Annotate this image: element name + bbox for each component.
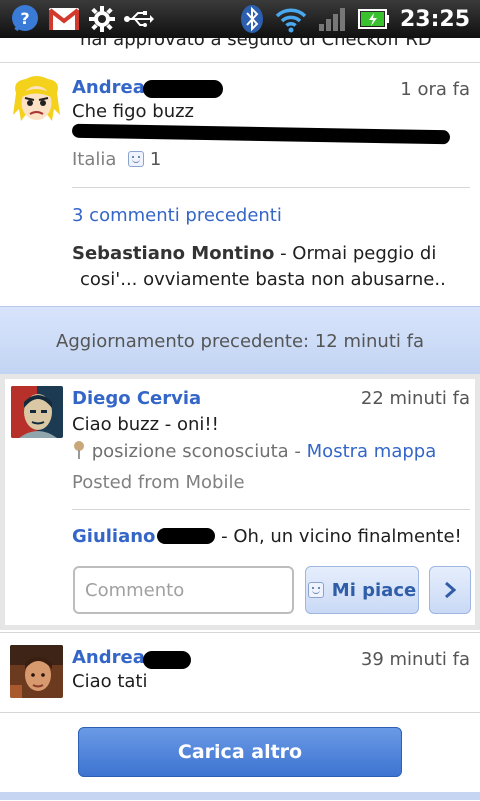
clock: 23:25 [399,6,470,32]
talk-icon: ? [10,4,40,34]
avatar[interactable] [10,75,63,128]
redaction-mark [157,528,216,544]
post-time: 1 ora fa [400,79,470,100]
status-bar: ? 23:25 [0,0,480,38]
post-time: 39 minuti fa [360,649,470,670]
previous-update-bar[interactable]: Aggiornamento precedente: 12 minuti fa [0,306,480,376]
comment: Giuliano - Oh, un vicino finalmente! [72,526,462,547]
gmail-icon [48,7,80,31]
post-author[interactable]: Andrea [72,647,145,668]
bottom-strip [0,792,480,800]
comment-input[interactable]: Commento [73,566,294,614]
comment-author[interactable]: Sebastiano Montino [72,243,274,264]
redaction-mark [143,80,223,98]
buzz-post[interactable]: Andrea 1 ora fa Che figo buzz Italia 1 3… [0,63,480,305]
svg-text:?: ? [20,9,29,28]
redaction-mark [71,123,451,145]
cut-off-post-text: hai approvato a seguito di Checkoff RD [0,38,480,63]
signal-icon [318,6,348,32]
next-button[interactable] [429,566,471,614]
post-location: Italia 1 [72,149,162,170]
wifi-icon [274,5,308,33]
usb-icon [124,9,154,29]
like-button[interactable]: Mi piace [305,566,419,614]
post-author[interactable]: Diego Cervia [72,388,201,409]
battery-charging-icon [357,7,390,31]
smiley-icon [307,582,324,598]
comment-author[interactable]: Giuliano [72,526,155,547]
divider [72,509,470,510]
post-location: posizione sconosciuta - Mostra mappa [72,440,436,465]
redaction-mark [143,651,191,669]
post-text: Ciao buzz - oni!! [72,414,219,435]
post-text: Che figo buzz [72,101,195,122]
post-text: Ciao tati [72,671,148,692]
load-more-button[interactable]: Carica altro [78,727,402,777]
like-icon [128,151,145,167]
comment: Sebastiano Montino - Ormai peggio di cos… [72,243,446,290]
gear-icon [88,5,116,33]
photo-avatar-icon [10,645,63,698]
avatar[interactable] [10,645,63,698]
buzz-post[interactable]: Andrea 39 minuti fa Ciao tati [0,632,480,713]
cartoon-avatar-icon [13,76,60,121]
like-count: 1 [149,149,162,170]
post-author[interactable]: Andrea [72,77,145,98]
chevron-right-icon [445,581,457,599]
previous-comments-link[interactable]: 3 commenti precedenti [72,205,282,226]
show-map-link[interactable]: Mostra mappa [307,441,437,462]
avatar[interactable] [11,386,63,438]
location-pin-icon [72,440,86,465]
post-time: 22 minuti fa [360,388,470,409]
poster-avatar-icon [11,386,63,438]
posted-from: Posted from Mobile [72,472,245,493]
bluetooth-icon [240,4,264,34]
divider [72,187,470,188]
